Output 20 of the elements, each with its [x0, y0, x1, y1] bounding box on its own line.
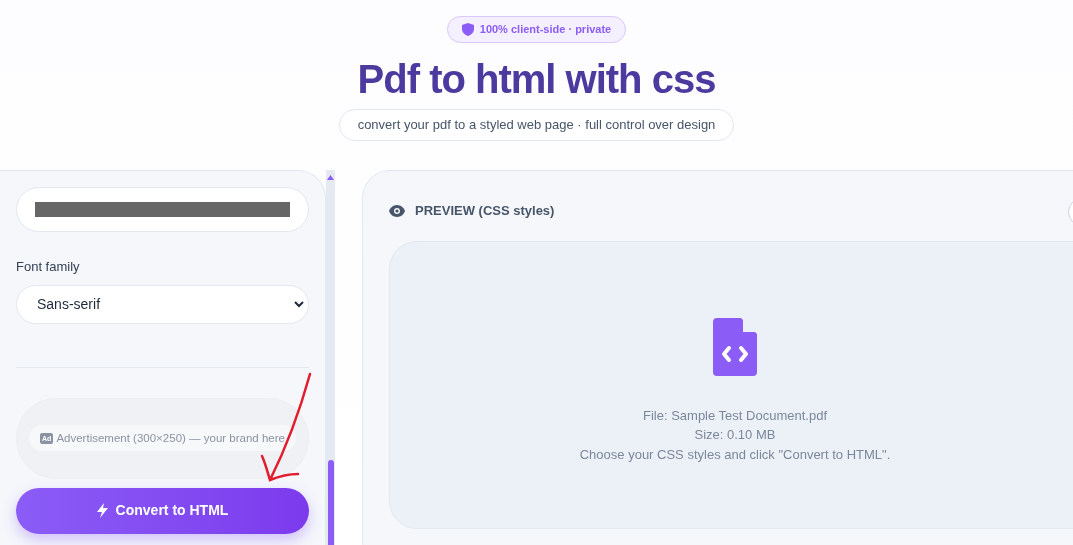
file-info-line: File: Sample Test Document.pdf: [643, 406, 827, 425]
page-title: Pdf to html with css: [357, 56, 716, 103]
privacy-badge: 100% client-side · private: [446, 16, 627, 43]
font-select[interactable]: Sans-serif: [16, 284, 309, 324]
ad-text: Advertisement (300×250) — your brand here: [56, 432, 285, 444]
color-field[interactable]: [16, 187, 309, 232]
field-label: Font family: [16, 258, 81, 276]
file-info-line: Size: 0.10 MB: [694, 426, 776, 444]
code-file-icon: [713, 317, 757, 376]
scrollbar[interactable]: [326, 170, 335, 545]
lightning-icon: [96, 503, 108, 518]
subtitle-pill: convert your pdf to a styled web page · full control over design: [338, 109, 735, 141]
preview-title: PREVIEW (CSS styles): [415, 202, 555, 220]
eye-icon: [389, 204, 405, 217]
convert-button[interactable]: Convert to HTML: [16, 487, 309, 534]
scroll-thumb[interactable]: [327, 460, 334, 545]
scroll-up-icon[interactable]: [327, 175, 334, 180]
shield-icon: [461, 23, 474, 36]
chevron-icon: [294, 300, 304, 308]
file-info-line: Choose your CSS styles and click "Convert to HTML".: [579, 445, 891, 464]
